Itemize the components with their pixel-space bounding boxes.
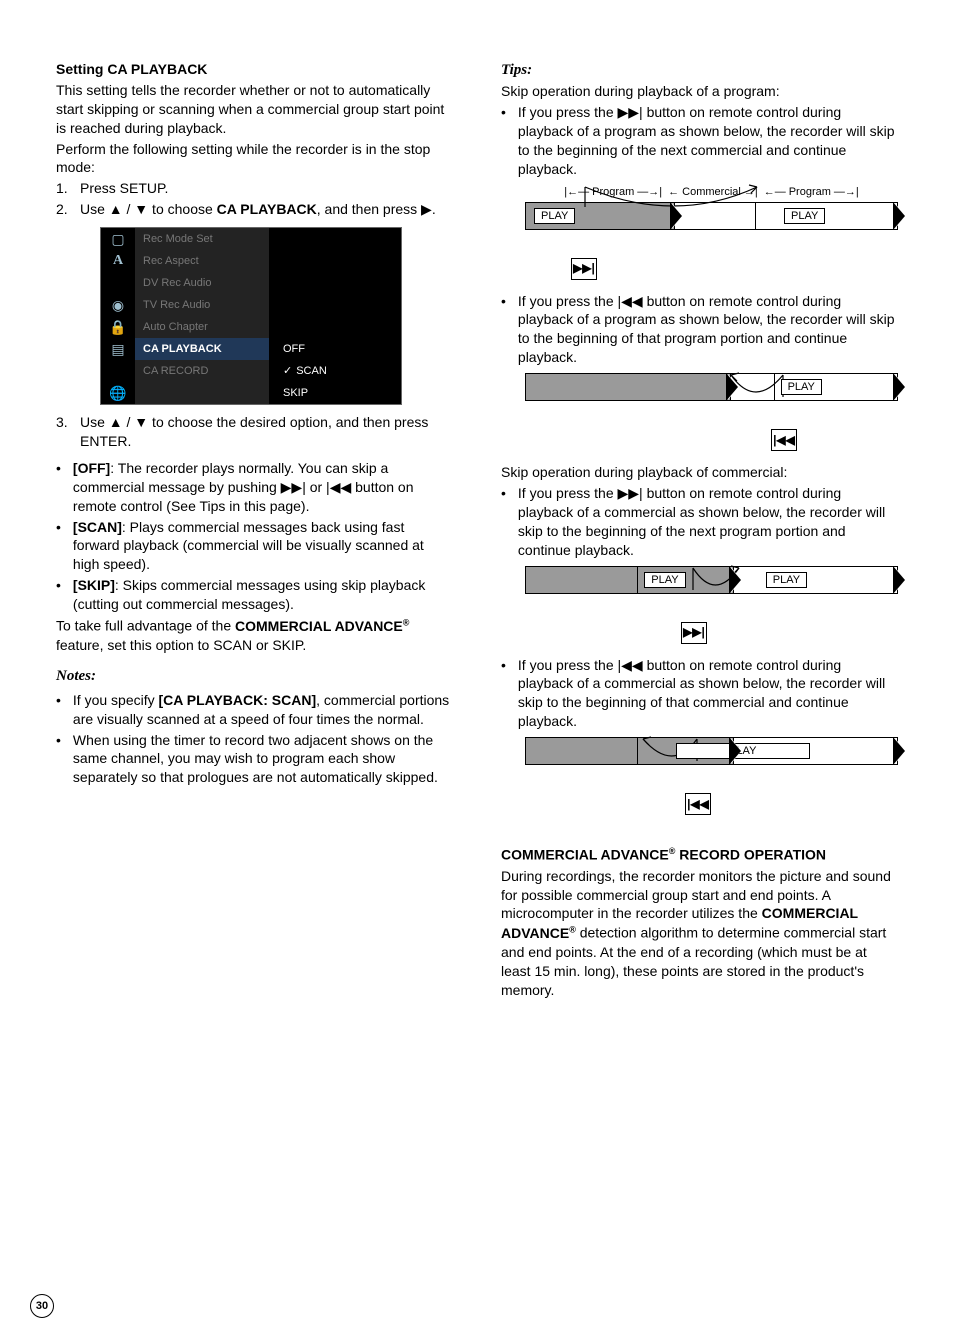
skip-arc [525,373,905,401]
tip-3: If you press the ▶▶| button on remote co… [501,484,898,560]
bullet-scan: [SCAN]: Plays commercial messages back u… [56,518,453,575]
timeline-diagram-3: PLAY PLAY ▶▶| [525,566,898,644]
menu-item-active: CA PLAYBACK [135,338,269,360]
timeline-diagram-4: PLAY |◀◀ [525,737,898,815]
menu-item: Auto Chapter [135,316,269,338]
play-label: PLAY [534,208,575,224]
menu-item: DV Rec Audio [135,272,269,294]
menu-option: OFF [269,338,401,360]
disc-icon: ◉ [101,296,135,315]
menu-option: ✓SCAN [269,360,401,382]
menu-item: Rec Aspect [135,250,269,272]
timeline-diagram-1: |←— Program —→| ←Commercial→| ←— Program… [525,185,898,280]
step-number: 1. [56,179,74,198]
bullet-skip: [SKIP]: Skips commercial messages using … [56,576,453,614]
note-1: If you specify [CA PLAYBACK: SCAN], comm… [56,691,453,729]
skip-arc [525,566,905,594]
globe-icon: 🌐 [101,384,135,403]
playhead-icon [895,203,905,229]
intro-paragraph-2: Perform the following setting while the … [56,140,453,178]
tip-2: If you press the |◀◀ button on remote co… [501,292,898,368]
note-2: When using the timer to record two adjac… [56,731,453,788]
play-label: PLAY [676,743,810,759]
step-2: 2. Use ▲ / ▼ to choose CA PLAYBACK, and … [56,200,453,219]
record-heading: COMMERCIAL ADVANCE® RECORD OPERATION [501,845,898,865]
tips-heading: Tips: [501,60,898,80]
skip-backward-icon: |◀◀ [685,793,711,815]
menu-item: Rec Mode Set [135,228,269,250]
skip-forward-icon: ▶▶| [571,258,597,280]
playhead-icon [731,738,741,764]
step-text: Use ▲ / ▼ to choose CA PLAYBACK, and the… [80,200,436,219]
manual-page: Setting CA PLAYBACK This setting tells t… [0,0,954,1342]
playhead-icon [895,567,905,593]
record-paragraph: During recordings, the recorder monitors… [501,867,898,1000]
settings-menu-screenshot: ▢ Rec Mode Set A Rec Aspect DV Rec Audio… [100,227,402,405]
skip-backward-icon: |◀◀ [771,429,797,451]
playhead-icon [895,374,905,400]
notes-heading: Notes: [56,666,453,686]
tip-4: If you press the |◀◀ button on remote co… [501,656,898,732]
step-number: 3. [56,413,74,451]
step-1: 1. Press SETUP. [56,179,453,198]
menu-item: CA RECORD [135,360,269,382]
skip-program-heading: Skip operation during playback of a prog… [501,82,898,101]
menu-item: TV Rec Audio [135,294,269,316]
play-label: PLAY [781,379,822,395]
lock-icon: 🔒 [101,318,135,337]
skip-commercial-heading: Skip operation during playback of commer… [501,463,898,482]
menu-option: SKIP [269,382,401,404]
playhead-icon [731,567,741,593]
step-text: Use ▲ / ▼ to choose the desired option, … [80,413,453,451]
letter-a-icon: A [101,252,135,271]
intro-paragraph-1: This setting tells the recorder whether … [56,81,453,138]
playhead-icon [895,738,905,764]
step-text: Press SETUP. [80,179,168,198]
playhead-icon [728,374,738,400]
left-column: Setting CA PLAYBACK This setting tells t… [56,60,453,1302]
right-column: Tips: Skip operation during playback of … [501,60,898,1302]
step-number: 2. [56,200,74,219]
section-heading: Setting CA PLAYBACK [56,60,453,79]
skip-forward-icon: ▶▶| [681,622,707,644]
play-label: PLAY [766,572,807,588]
tail-paragraph: To take full advantage of the COMMERCIAL… [56,616,453,654]
timeline-diagram-2: PLAY |◀◀ [525,373,898,451]
playhead-icon [672,203,682,229]
page-number: 30 [30,1294,54,1318]
bullet-off: [OFF]: The recorder plays normally. You … [56,459,453,516]
check-icon: ✓ [283,364,292,379]
step-3: 3. Use ▲ / ▼ to choose the desired optio… [56,413,453,451]
skip-arc [525,185,905,213]
play-label: PLAY [784,208,825,224]
tip-1: If you press the ▶▶| button on remote co… [501,103,898,179]
play-label: PLAY [644,572,685,588]
list-icon: ▤ [101,340,135,359]
monitor-icon: ▢ [101,230,135,249]
